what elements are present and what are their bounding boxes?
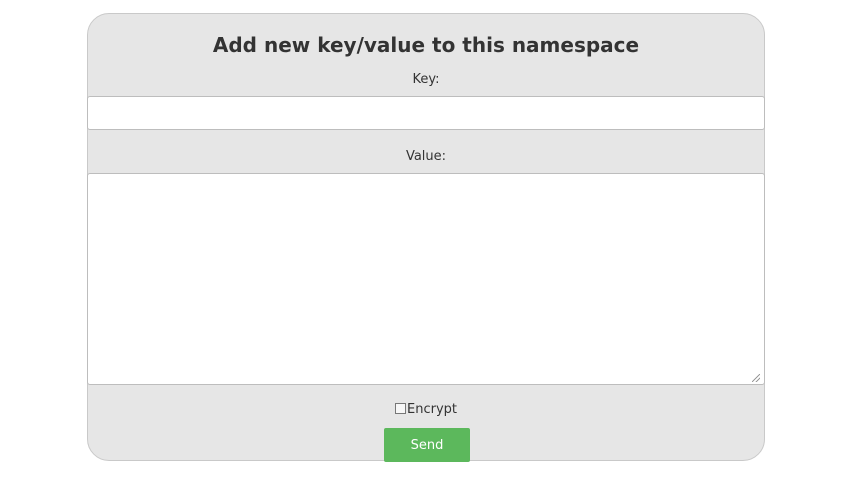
send-button[interactable]: Send [384, 428, 470, 462]
encrypt-checkbox[interactable] [395, 403, 406, 414]
form-title: Add new key/value to this namespace [212, 33, 640, 57]
encrypt-row: Encrypt [88, 402, 764, 417]
value-textarea[interactable] [87, 173, 765, 385]
value-label: Value: [405, 149, 447, 164]
key-input[interactable] [87, 96, 765, 130]
key-label: Key: [412, 72, 440, 87]
add-key-value-panel: Add new key/value to this namespace Key:… [87, 13, 765, 462]
encrypt-label[interactable]: Encrypt [407, 402, 457, 417]
